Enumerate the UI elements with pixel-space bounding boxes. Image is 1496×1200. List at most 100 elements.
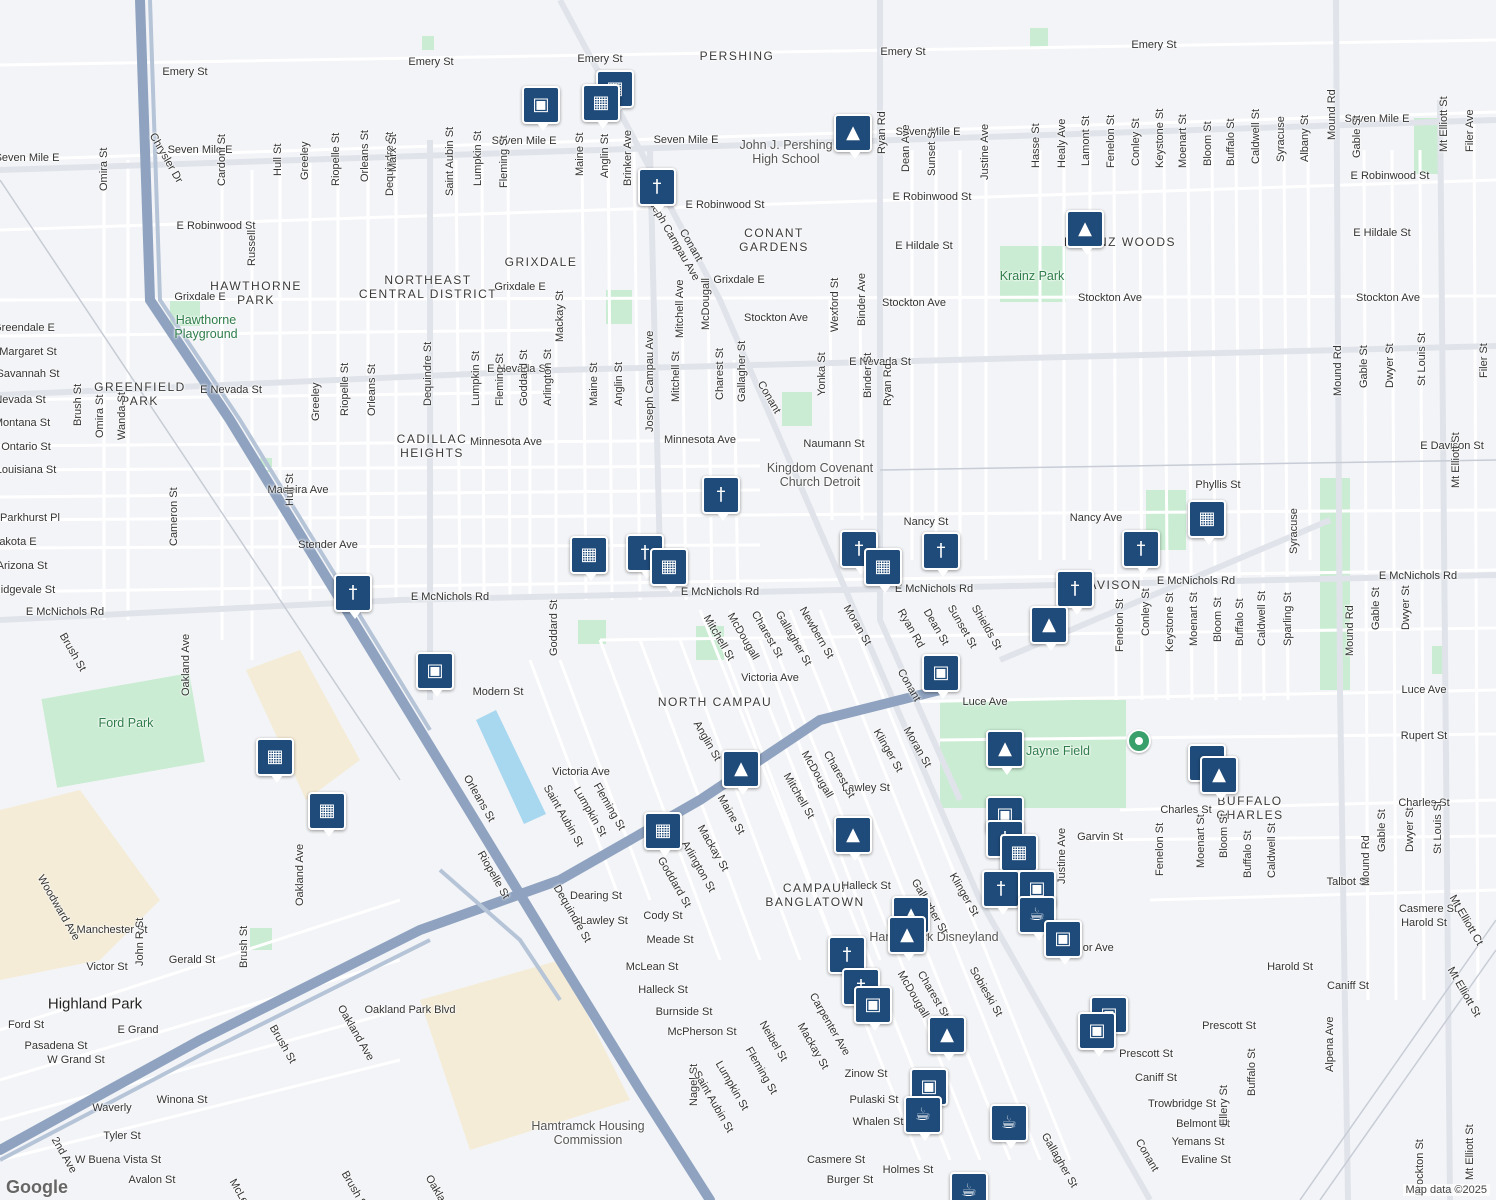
grocery-pin[interactable]: ▦ <box>650 548 688 593</box>
school-pin[interactable]: ▲ <box>834 114 872 159</box>
neighborhood-label: NORTHEAST CENTRAL DISTRICT <box>358 273 498 301</box>
street-label: Yemans St <box>1171 1136 1225 1148</box>
street-label: Mitchell Ave <box>674 279 686 339</box>
shopping-bag-pin[interactable]: ▣ <box>522 86 560 131</box>
grocery-pin[interactable]: ▦ <box>582 84 620 129</box>
street-label: E Nevada St <box>200 384 262 396</box>
school-icon: ▲ <box>846 122 860 143</box>
street-label: McPherson St <box>667 1026 737 1038</box>
street-label: Nevada St <box>0 394 46 406</box>
bag-icon: ▣ <box>1088 1020 1106 1041</box>
street-label: Filer Ave <box>1464 109 1476 152</box>
grocery-pin[interactable]: ▦ <box>644 812 682 857</box>
street-label: Emery St <box>162 66 208 78</box>
street-label: Seven Mile E <box>0 152 60 164</box>
school-pin[interactable]: ▲ <box>888 916 926 961</box>
bag-icon: ▣ <box>426 660 444 681</box>
school-pin[interactable]: ▲ <box>1200 756 1238 801</box>
street-label: Ontario St <box>1 441 51 453</box>
place-label: Hawthorne Playground <box>174 313 238 341</box>
street-label: W Grand St <box>47 1054 105 1066</box>
school-pin[interactable]: ▲ <box>1030 606 1068 651</box>
cafe-pin[interactable]: ☕ <box>904 1096 942 1141</box>
grocery-pin[interactable]: ▦ <box>570 536 608 581</box>
cafe-pin[interactable]: ☕ <box>950 1172 988 1200</box>
school-pin[interactable]: ▲ <box>986 730 1024 775</box>
street-label: Conley St <box>1140 588 1152 636</box>
street-label: Keystone St <box>1154 108 1166 168</box>
map-canvas[interactable]: PERSHING CONANT GARDENS KRAINZ WOODS GRIXDAL… <box>0 0 1496 1200</box>
street-label: E McNichols Rd <box>410 591 490 603</box>
street-label: Syracuse <box>1275 116 1287 162</box>
street-label: Riopelle St <box>339 362 351 416</box>
restaurant-pin[interactable]: † <box>982 870 1020 915</box>
street-label: Mt Elliott St <box>1438 96 1450 152</box>
restaurant-pin[interactable]: † <box>334 574 372 619</box>
restaurant-pin[interactable]: † <box>1122 530 1160 575</box>
street-label: Luce Ave <box>1401 684 1447 696</box>
street-label: Phyllis St <box>1195 479 1241 491</box>
street-label: Mitchell St <box>670 351 682 402</box>
restaurant-pin[interactable]: † <box>1056 570 1094 615</box>
grocery-pin[interactable]: ▦ <box>1000 834 1038 879</box>
grocery-pin[interactable]: ▦ <box>308 792 346 837</box>
street-label: Greendale E <box>0 322 55 334</box>
street-label: Halleck St <box>841 880 891 892</box>
shopping-bag-pin[interactable]: ▣ <box>1044 920 1082 965</box>
grocery-pin[interactable]: ▦ <box>864 548 902 593</box>
street-label: E Hildale St <box>895 240 953 252</box>
restaurant-pin[interactable]: † <box>922 532 960 577</box>
street-label: Trowbridge St <box>1147 1098 1217 1110</box>
school-pin[interactable]: ▲ <box>722 750 760 795</box>
street-label: Lawley St <box>580 915 628 927</box>
shopping-bag-pin[interactable]: ▣ <box>1078 1012 1116 1057</box>
street-label: Dwyer St <box>1400 585 1412 630</box>
street-label: E Nevada St <box>849 356 911 368</box>
street-label: Omira St <box>98 147 110 191</box>
restaurant-pin[interactable]: † <box>638 168 676 213</box>
bag-icon: ▣ <box>864 994 882 1015</box>
map-attribution[interactable]: Map data ©2025 <box>1402 1184 1490 1196</box>
grocery-pin[interactable]: ▦ <box>256 738 294 783</box>
street-label: Buffalo St <box>1234 598 1246 647</box>
neighborhood-label: PERSHING <box>699 49 775 63</box>
street-label: Grixdale E <box>174 291 226 303</box>
street-label: Filer St <box>1478 343 1490 378</box>
school-pin[interactable]: ▲ <box>834 816 872 861</box>
street-label: Gerald St <box>168 954 216 966</box>
street-label: Omira St <box>94 394 106 438</box>
street-label: Fenelon St <box>1114 598 1126 652</box>
grocery-pin[interactable]: ▦ <box>1188 500 1226 545</box>
street-label: Mound Rd <box>1344 605 1356 656</box>
school-pin[interactable]: ▲ <box>928 1016 966 1061</box>
street-label: Lumpkin St <box>470 350 482 406</box>
bag-icon: ▣ <box>932 662 950 683</box>
street-label: E Robinwood St <box>1350 170 1430 182</box>
street-label: Greeley <box>310 382 322 421</box>
street-label: Dequindre St <box>422 341 434 406</box>
street-label: E McNichols Rd <box>680 586 760 598</box>
cart-icon: ▦ <box>1198 508 1216 529</box>
street-label: Minnesota Ave <box>664 434 736 446</box>
street-label: Fenelon St <box>1105 114 1117 168</box>
shopping-bag-pin[interactable]: ▣ <box>854 986 892 1031</box>
shopping-bag-pin[interactable]: ▣ <box>416 652 454 697</box>
street-label: Rupert St <box>1400 730 1448 742</box>
street-label: Binder St <box>862 352 874 398</box>
cart-icon: ▦ <box>654 820 672 841</box>
school-pin[interactable]: ▲ <box>1066 210 1104 255</box>
street-label: Moenart St <box>1177 114 1189 168</box>
street-label: Greeley <box>299 141 311 180</box>
shopping-bag-pin[interactable]: ▣ <box>922 654 960 699</box>
street-label: Anglin St <box>613 361 625 406</box>
street-label: Ryan Rd <box>876 111 888 154</box>
cafe-pin[interactable]: ☕ <box>990 1104 1028 1149</box>
restaurant-pin[interactable]: † <box>702 476 740 521</box>
street-label: Oakland Ave <box>180 633 192 696</box>
street-label: Oakland Ave <box>294 843 306 906</box>
street-label: Caldwell St <box>1266 822 1278 878</box>
street-label: Naumann St <box>803 438 865 450</box>
selected-location-marker[interactable] <box>1127 729 1151 753</box>
bag-icon: ▣ <box>920 1076 938 1097</box>
street-label: Arlington St <box>542 349 554 406</box>
